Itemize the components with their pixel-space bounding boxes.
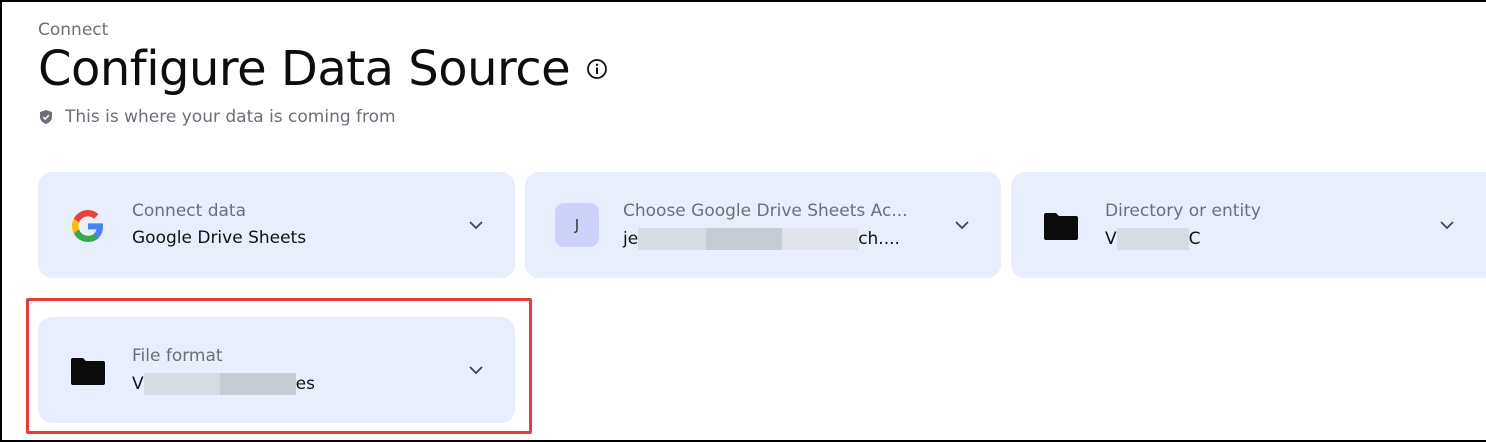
- subtitle-text: This is where your data is coming from: [65, 107, 396, 127]
- account-avatar: J: [555, 203, 599, 247]
- card-label: Connect data: [132, 201, 246, 221]
- shield-check-icon: [38, 109, 54, 125]
- highlight-box: [26, 298, 532, 434]
- redaction: [706, 228, 783, 250]
- chevron-down-icon[interactable]: [467, 216, 485, 234]
- folder-icon: [1043, 208, 1079, 244]
- title-row: Configure Data Source: [38, 40, 608, 98]
- breadcrumb[interactable]: Connect: [38, 20, 108, 40]
- redaction: [1116, 228, 1189, 250]
- choose-account-dropdown[interactable]: J Choose Google Drive Sheets Ac... je ch.…: [525, 172, 1001, 278]
- google-icon: [70, 208, 106, 244]
- page-title: Configure Data Source: [38, 41, 571, 97]
- redaction: [782, 228, 859, 250]
- value-suffix: C: [1188, 229, 1201, 249]
- card-label: Choose Google Drive Sheets Ac...: [623, 201, 908, 221]
- subtitle: This is where your data is coming from: [38, 107, 396, 127]
- avatar: J: [555, 203, 599, 247]
- directory-dropdown[interactable]: Directory or entity VC: [1011, 172, 1486, 278]
- value-prefix: je: [623, 229, 639, 249]
- redaction: [638, 228, 707, 250]
- chevron-down-icon[interactable]: [953, 216, 971, 234]
- value-suffix: ch....: [858, 229, 900, 249]
- value-prefix: V: [1105, 229, 1117, 249]
- card-value: VC: [1105, 228, 1201, 250]
- info-icon[interactable]: [586, 58, 608, 80]
- card-label: Directory or entity: [1105, 201, 1261, 221]
- card-value: Google Drive Sheets: [132, 228, 307, 248]
- chevron-down-icon[interactable]: [1438, 216, 1456, 234]
- card-value: je ch....: [623, 228, 900, 250]
- connect-data-dropdown[interactable]: Connect data Google Drive Sheets: [38, 172, 515, 278]
